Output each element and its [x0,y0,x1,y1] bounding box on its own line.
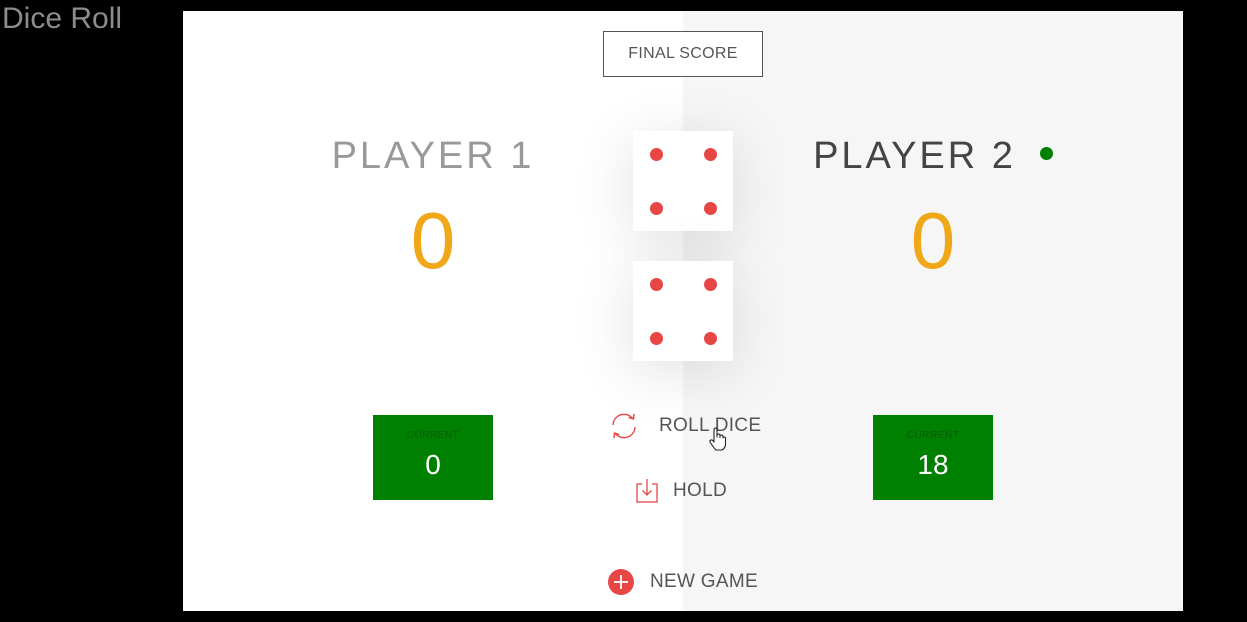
die-1 [633,131,733,231]
die-2 [633,261,733,361]
die-pip [703,201,717,215]
die-pip [649,147,663,161]
new-game-label: NEW GAME [650,571,758,592]
roll-dice-button[interactable]: ROLL DICE [608,411,768,443]
refresh-icon [608,411,640,451]
game-board: FINAL SCORE PLAYER 1 0 CURRENT 0 PLAYER … [183,11,1183,611]
player-2-current-value: 18 [917,449,949,480]
player-2-current-label: CURRENT [906,430,960,441]
player-2-panel [683,11,1183,611]
hand-cursor-icon [709,427,727,456]
plus-circle-icon [608,569,634,605]
die-pip [703,277,717,291]
final-score-button[interactable]: FINAL SCORE [603,31,763,77]
player-1-name: PLAYER 1 [283,129,583,183]
new-game-button[interactable]: NEW GAME [608,567,768,597]
player-1-name-label: PLAYER 1 [331,135,535,177]
die-pip [703,147,717,161]
hold-button[interactable]: HOLD [635,476,735,506]
player-2-name: PLAYER 2 [783,129,1083,183]
player-1-score: 0 [410,196,456,285]
hold-label: HOLD [673,480,727,501]
player-1-current-value: 0 [425,449,441,480]
player-2-name-label: PLAYER 2 [813,135,1016,177]
die-pip [649,201,663,215]
player-1-current-box: CURRENT 0 [373,415,493,500]
download-icon [635,478,659,514]
die-pip [649,277,663,291]
die-pip [649,331,663,345]
die-pip [703,331,717,345]
player-1-current-label: CURRENT [406,430,460,441]
app-title: Dice Roll [2,2,123,35]
player-2-score: 0 [910,196,956,285]
active-dot-icon [1039,147,1053,161]
player-2-current-box: CURRENT 18 [873,415,993,500]
